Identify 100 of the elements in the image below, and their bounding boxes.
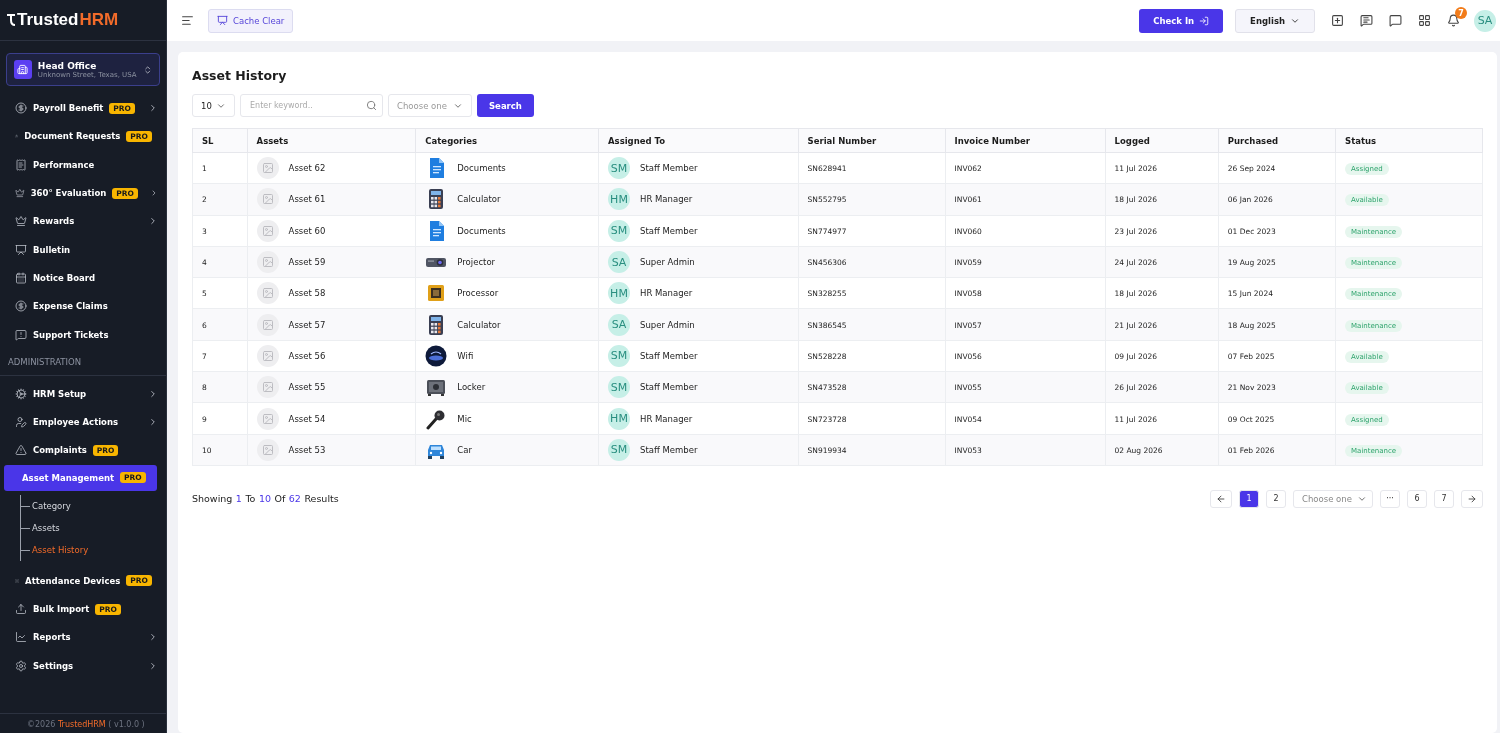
chevron-right-icon: [148, 632, 158, 643]
category-name: Wifi: [457, 350, 474, 361]
nav-label: Asset Management: [22, 472, 115, 483]
calendar-icon: [15, 271, 27, 284]
assignee-name: HR Manager: [640, 194, 693, 205]
asset-name: Asset 60: [288, 225, 326, 236]
category-name: Locker: [457, 382, 486, 393]
image-placeholder-icon: [256, 188, 279, 211]
asset-name: Asset 59: [288, 257, 326, 268]
asset-name: Asset 62: [288, 163, 326, 174]
column-header: SL: [192, 128, 248, 153]
assignee-avatar: SM: [608, 157, 630, 180]
branch-icon: [14, 60, 32, 79]
nav-label: Employee Actions: [33, 417, 119, 428]
nav-item[interactable]: HRM Setup: [0, 379, 166, 408]
nav-item[interactable]: Support Tickets: [0, 320, 166, 349]
nav-label: Attendance Devices: [25, 575, 121, 586]
page-button[interactable]: 7: [1434, 489, 1454, 508]
image-placeholder-icon: [256, 438, 279, 461]
category-name: Calculator: [457, 194, 501, 205]
submenu-item[interactable]: Category: [21, 494, 166, 517]
logo: TrustedHRM: [6, 10, 119, 30]
category-name: Projector: [457, 257, 496, 268]
nav-item[interactable]: Rewards: [0, 207, 166, 236]
asset-name: Asset 57: [288, 319, 326, 330]
apps-icon[interactable]: [1416, 12, 1433, 29]
nav-item[interactable]: Employee Actions: [0, 407, 166, 437]
assignee-avatar: HM: [608, 407, 630, 430]
add-icon[interactable]: [1329, 12, 1346, 29]
nav-item[interactable]: Expense Claims: [0, 292, 166, 321]
search-field[interactable]: Enter keyword..: [240, 94, 383, 117]
image-placeholder-icon: [256, 376, 279, 399]
image-placeholder-icon: [256, 313, 279, 336]
assignee-avatar: SA: [608, 251, 630, 274]
assignee-avatar: SM: [608, 376, 630, 399]
page-size-select[interactable]: 10: [192, 94, 235, 117]
crown-icon: [15, 215, 27, 228]
asset-name: Asset 58: [288, 288, 326, 299]
assignee-avatar: HM: [608, 188, 630, 211]
receipt-icon: [15, 158, 27, 171]
page-button[interactable]: 1: [1239, 489, 1259, 508]
results-summary: Showing 1 To 10 Of 62 Results: [192, 493, 339, 505]
check-in-button[interactable]: Check In: [1139, 8, 1224, 33]
asset-name: Asset 61: [288, 194, 326, 205]
page-button[interactable]: 6: [1407, 489, 1427, 508]
nav-label: Reports: [33, 632, 71, 643]
chart-icon: [15, 631, 27, 644]
more-pages-button[interactable]: ···: [1380, 489, 1400, 508]
nav-label: Rewards: [33, 216, 75, 227]
image-placeholder-icon: [256, 344, 279, 367]
cache-clear-button[interactable]: Cache Clear: [208, 8, 294, 33]
nav-item[interactable]: Settings: [0, 651, 166, 680]
chevron-right-icon: [148, 103, 158, 114]
column-header: Categories: [415, 128, 599, 153]
submenu-item[interactable]: Assets: [21, 516, 166, 539]
submenu-item[interactable]: Asset History: [21, 538, 166, 561]
chat-icon[interactable]: [1387, 12, 1404, 29]
nav-label: Bulletin: [33, 244, 71, 255]
nav-label: Support Tickets: [33, 329, 109, 340]
nav-item[interactable]: Reports: [0, 623, 166, 652]
assignee-avatar: SM: [608, 344, 630, 367]
column-header: Assigned To: [598, 128, 799, 153]
language-select[interactable]: English: [1235, 8, 1315, 33]
dollar-icon: [15, 102, 27, 115]
category-name: Documents: [457, 225, 506, 236]
asset-name: Asset 55: [288, 382, 326, 393]
category-name: Documents: [457, 163, 506, 174]
search-button[interactable]: Search: [477, 94, 534, 117]
nav-label: Document Requests: [24, 131, 121, 142]
assignee-name: Staff Member: [640, 444, 698, 455]
asset-name: Asset 54: [288, 413, 326, 424]
settings-icon: [15, 659, 27, 672]
branch-name: Head Office: [37, 60, 98, 71]
asset-name: Asset 53: [288, 444, 326, 455]
column-header: Logged: [1105, 128, 1219, 153]
chevron-right-icon: [148, 388, 158, 399]
nav-item[interactable]: Performance: [0, 150, 166, 179]
assignee-name: Staff Member: [640, 163, 698, 174]
nav-item[interactable]: Bulletin: [0, 235, 166, 264]
logo-mark-icon: [6, 13, 16, 27]
assignee-avatar: SM: [608, 219, 630, 242]
column-header: Invoice Number: [945, 128, 1106, 153]
column-header: Purchased: [1218, 128, 1336, 153]
page-button[interactable]: 2: [1266, 489, 1286, 508]
nav-label: Bulk Import: [33, 604, 90, 614]
assignee-name: Staff Member: [640, 350, 698, 361]
nav-label: Complaints: [33, 445, 87, 456]
chevron-right-icon: [148, 660, 158, 671]
section-heading: ADMINISTRATION: [0, 348, 166, 376]
assignee-name: Staff Member: [640, 225, 698, 236]
column-header: Assets: [247, 128, 416, 153]
router-icon: [425, 344, 448, 367]
message-icon: [15, 328, 27, 341]
upload-icon: [15, 603, 27, 615]
category-name: Mic: [457, 413, 472, 424]
nav-item[interactable]: Notice Board: [0, 263, 166, 293]
crown-icon: [15, 187, 25, 200]
category-name: Processor: [457, 288, 499, 299]
page-select[interactable]: Choose one: [1293, 489, 1373, 508]
note-icon[interactable]: [1358, 12, 1375, 29]
